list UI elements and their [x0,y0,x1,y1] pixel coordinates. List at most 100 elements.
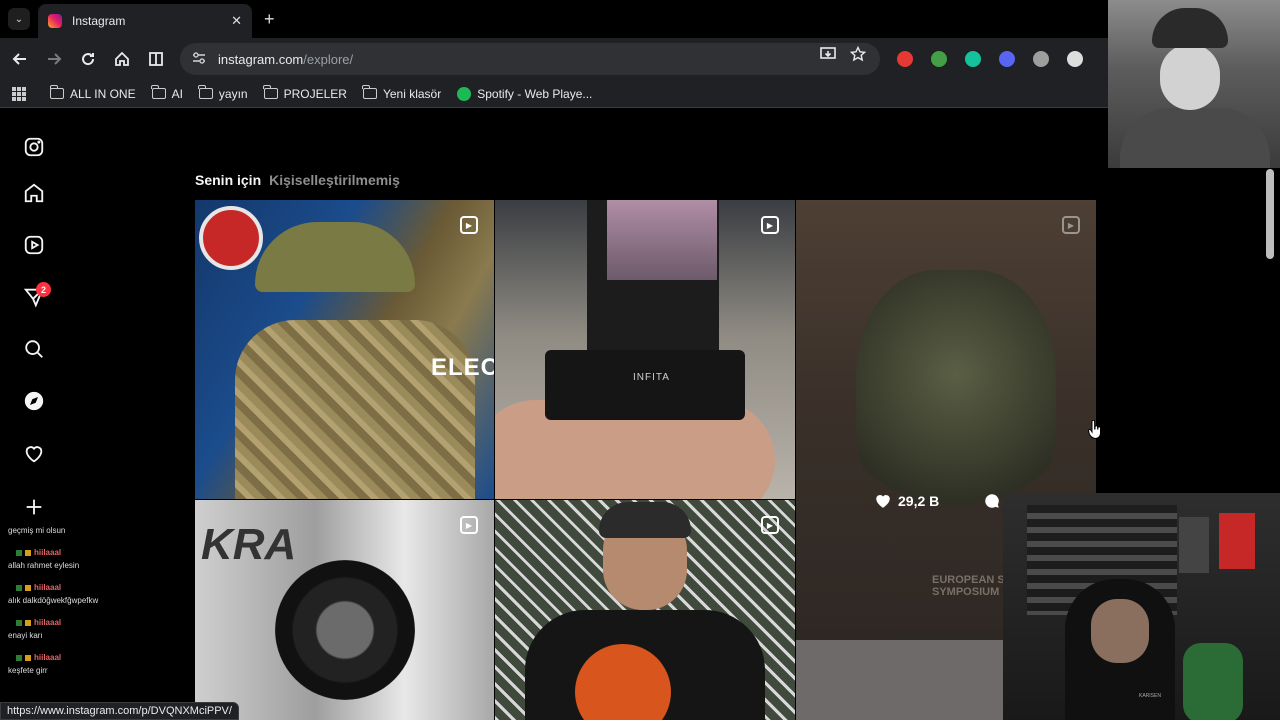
chat-message: enayi karı [8,631,43,640]
messages-badge: 2 [36,282,51,297]
url-host: instagram.com [218,51,304,67]
reel-icon: ▶ [460,516,478,534]
instagram-logo-icon[interactable] [22,135,46,159]
likes-count: 29,2 B [898,493,940,509]
bookmark-folder[interactable]: yayın [198,85,248,101]
back-arrow-icon [12,53,26,65]
bookmark-label: Spotify - Web Playe... [477,86,593,101]
notifications-icon[interactable] [22,442,46,466]
explore-tabs: Senin için Kişiselleştirilmemiş [195,172,400,188]
bookmark-label: AI [171,86,183,101]
split-view-button[interactable] [145,48,167,70]
portrait-overlay [1108,0,1280,168]
post-overlay-text: ELEC [431,354,494,381]
bookmark-folder[interactable]: ALL IN ONE [49,85,136,101]
url-path: /explore/ [303,51,354,67]
tab-strip: ⌄ Instagram ✕ + [0,0,1108,38]
tab-close-icon[interactable]: ✕ [231,13,242,29]
split-view-icon [149,52,163,66]
home-icon[interactable] [22,181,46,205]
apps-grid-icon[interactable] [12,86,26,101]
red-ext-icon[interactable] [897,51,913,67]
emblem-icon [199,206,263,270]
chat-message: keşfete girr [8,666,48,675]
bookmark-label: ALL IN ONE [70,86,136,101]
photo-detail [545,350,745,420]
home-button[interactable] [111,48,133,70]
explore-post[interactable]: KRA ▶ [195,500,494,720]
photo-detail [1152,8,1228,48]
green-shield-ext-icon[interactable] [931,51,947,67]
back-button[interactable] [9,48,31,70]
chat-message: alık dalkdöğwekfğwpefkw [8,596,99,605]
site-info-icon[interactable] [192,51,206,68]
folder-icon [198,85,213,99]
photo-detail [1179,517,1209,573]
reel-icon: ▶ [460,216,478,234]
explore-post[interactable]: ▶ [495,500,795,720]
page-scrollbar[interactable] [1266,169,1274,259]
bookmark-folder[interactable]: PROJELER [263,85,347,101]
likes-stat: 29,2 B [874,492,939,510]
photo-detail [607,200,717,280]
chat-message: allah rahmet eylesin [8,561,80,570]
bookmark-spotify[interactable]: Spotify - Web Playe... [457,86,593,101]
chat-username: hiilaaal [16,583,61,592]
photo-detail [1160,44,1220,110]
photo-detail [255,222,415,292]
install-app-icon[interactable] [820,46,836,65]
reload-button[interactable] [77,48,99,70]
webcam-overlay: KARISEN [1003,493,1280,720]
shield-ext-icon[interactable] [1033,51,1049,67]
browser-toolbar: instagram.com/explore/ [0,38,1108,80]
reel-icon: ▶ [761,516,779,534]
bookmark-label: Yeni klasör [382,86,442,101]
explore-post[interactable]: ELEC ▶ [195,200,494,499]
badge-icon [25,584,31,591]
folder-icon [362,85,377,99]
address-bar[interactable]: instagram.com/explore/ [180,43,880,75]
folder-icon [49,85,64,99]
tab-for-you[interactable]: Senin için [195,172,261,188]
bookmark-folder[interactable]: AI [151,85,183,101]
heart-icon [876,495,890,508]
bookmark-label: yayın [218,86,248,101]
chat-username: hiilaaal [16,548,61,557]
badge-icon [25,549,31,556]
chat-username: hiilaaal [16,618,61,627]
flag-icon [1219,513,1255,569]
new-tab-button[interactable]: + [264,9,275,29]
forward-button[interactable] [43,48,65,70]
comment-icon [985,494,1000,508]
photo-detail [1120,108,1270,168]
instagram-sidebar: 2 [0,109,70,720]
tab-search-button[interactable]: ⌄ [8,8,30,30]
grammarly-ext-icon[interactable] [965,51,981,67]
reload-icon [82,53,95,66]
badge-icon [16,584,22,591]
create-icon[interactable] [22,495,46,519]
spotify-icon [457,86,472,101]
folder-icon [263,85,278,99]
badge-icon [16,549,22,556]
photo-detail [235,320,475,499]
discord-ext-icon[interactable] [999,51,1015,67]
hand-cursor-icon [1088,420,1101,440]
explore-icon[interactable] [22,389,46,413]
bookmark-star-icon[interactable] [849,45,867,65]
post-overlay-text: KRA [201,520,297,569]
bookmark-folder[interactable]: Yeni klasör [362,85,442,101]
link-status-bar: https://www.instagram.com/p/DVQNXMciPPV/ [0,702,239,720]
reels-icon[interactable] [22,233,46,257]
tab-title: Instagram [72,14,126,28]
tab-instagram[interactable]: Instagram ✕ [38,4,252,38]
diamond-ext-icon[interactable] [1067,51,1083,67]
badge-icon [25,654,31,661]
tab-non-personalized[interactable]: Kişiselleştirilmemiş [269,172,400,188]
webcam-logo-text: KARISEN [1139,693,1161,699]
bookmarks-bar: ALL IN ONE AI yayın PROJELER Yeni klasör… [0,80,1108,108]
search-icon[interactable] [22,337,46,361]
home-outline-icon [115,51,129,66]
photo-detail [856,270,1056,530]
explore-post[interactable]: INFITA ▶ [495,200,795,499]
